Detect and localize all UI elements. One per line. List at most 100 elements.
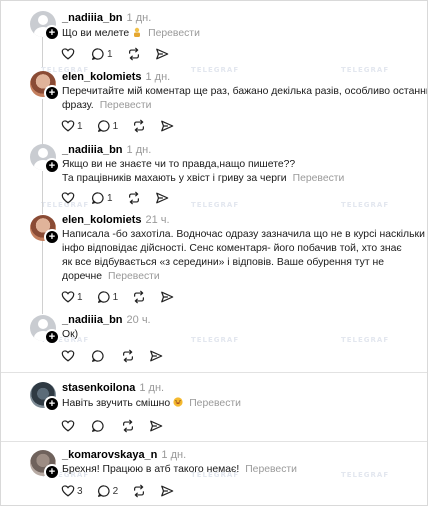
reply-count: 1 [112, 291, 119, 303]
like-button[interactable] [61, 419, 77, 433]
avatar[interactable]: + [30, 382, 60, 412]
comment-actions: 1 [61, 46, 183, 62]
comment-line: Якщо ви не знаєте чи то правда,нащо пише… [62, 159, 296, 170]
divider [1, 441, 427, 442]
username[interactable]: elen_kolomiets [62, 71, 141, 83]
timestamp[interactable]: 1 дн. [161, 449, 186, 461]
timestamp[interactable]: 21 ч. [145, 214, 169, 226]
reply-button[interactable] [91, 419, 107, 433]
avatar[interactable]: + [30, 71, 60, 101]
username[interactable]: _nadiiia_bn [62, 144, 123, 156]
reply-button[interactable] [91, 349, 107, 363]
like-button[interactable] [61, 349, 77, 363]
comment-line: Брехня! Працюю в атб такого немає! [62, 464, 240, 475]
like-button[interactable] [61, 191, 77, 205]
translate-link[interactable]: Перевести [245, 464, 297, 475]
watermark: TELEGRAF [341, 471, 390, 479]
translate-link[interactable]: Перевести [293, 173, 345, 184]
heart-icon [61, 350, 75, 362]
share-button[interactable] [155, 191, 169, 205]
timestamp[interactable]: 1 дн. [127, 144, 152, 156]
repost-icon [128, 191, 139, 205]
repost-button[interactable] [132, 290, 146, 304]
reply-button[interactable]: 2 [97, 484, 118, 498]
follow-plus-icon[interactable]: + [44, 229, 60, 245]
timestamp[interactable]: 1 дн. [145, 71, 170, 83]
share-button[interactable] [160, 119, 174, 133]
like-button[interactable]: 1 [61, 290, 83, 304]
reply-count: 1 [107, 48, 113, 60]
comment-line: Написала -бо захотіла. Водночас одразу з… [62, 229, 425, 240]
avatar[interactable]: + [30, 144, 60, 174]
avatar[interactable]: + [30, 11, 60, 41]
reply-button[interactable]: 1 [97, 290, 119, 304]
watermark: TELEGRAF [341, 66, 390, 74]
like-button[interactable] [61, 47, 77, 61]
repost-button[interactable] [127, 191, 141, 205]
avatar[interactable]: + [30, 215, 60, 245]
comment-text: Ок) [62, 328, 78, 342]
send-icon [161, 485, 174, 497]
username[interactable]: _komarovskaya_n [62, 449, 157, 461]
repost-button[interactable] [127, 47, 141, 61]
translate-link[interactable]: Перевести [100, 100, 152, 111]
watermark: TELEGRAF [191, 66, 240, 74]
repost-icon [123, 419, 133, 433]
translate-link[interactable]: Перевести [189, 398, 241, 409]
follow-plus-icon[interactable]: + [44, 464, 60, 480]
username[interactable]: _nadiiia_bn [62, 12, 123, 24]
like-button[interactable]: 3 [61, 484, 83, 498]
follow-plus-icon[interactable]: + [44, 25, 60, 41]
comment-header: _nadiiia_bn 1 дн. [62, 12, 151, 24]
comment-actions [61, 418, 177, 434]
send-icon [155, 192, 168, 204]
comment-text: Перечитайте мій коментар ще раз, бажано … [62, 85, 428, 113]
username[interactable]: _nadiiia_bn [62, 314, 123, 326]
repost-button[interactable] [132, 119, 146, 133]
translate-link[interactable]: Перевести [148, 28, 200, 39]
comment-header: elen_kolomiets 1 дн. [62, 71, 170, 83]
repost-button[interactable] [121, 349, 135, 363]
reply-button[interactable]: 1 [91, 191, 113, 205]
share-button[interactable] [149, 419, 163, 433]
watermark: TELEGRAF [191, 336, 240, 344]
repost-button[interactable] [132, 484, 146, 498]
username[interactable]: elen_kolomiets [62, 214, 141, 226]
translate-link[interactable]: Перевести [108, 271, 160, 282]
repost-button[interactable] [121, 419, 135, 433]
follow-plus-icon[interactable]: + [44, 396, 60, 412]
avatar[interactable]: + [30, 450, 60, 480]
comment-header: _nadiiia_bn 20 ч. [62, 314, 151, 326]
repost-icon [134, 119, 145, 133]
like-count: 1 [77, 291, 83, 303]
reply-button[interactable]: 1 [97, 119, 118, 133]
follow-plus-icon[interactable]: + [44, 85, 60, 101]
laughing-emoji-icon [173, 397, 183, 407]
thread-connector [42, 37, 43, 67]
comment-icon [91, 192, 104, 204]
comment-icon [97, 485, 110, 497]
share-button[interactable] [160, 484, 174, 498]
comment-icon [97, 291, 110, 303]
share-button[interactable] [149, 349, 163, 363]
timestamp[interactable]: 1 дн. [127, 12, 152, 24]
repost-icon [134, 290, 145, 304]
reply-button[interactable]: 1 [91, 47, 113, 61]
heart-icon [61, 291, 75, 303]
follow-plus-icon[interactable]: + [44, 329, 60, 345]
like-button[interactable]: 1 [61, 119, 83, 133]
comment-line: Перечитайте мій коментар ще раз, бажано … [62, 86, 428, 97]
username[interactable]: stasenkoilona [62, 382, 135, 394]
thread-connector [42, 171, 43, 214]
timestamp[interactable]: 20 ч. [127, 314, 151, 326]
avatar[interactable]: + [30, 315, 60, 345]
send-icon [155, 48, 168, 60]
comment-actions: 1 [61, 190, 183, 206]
timestamp[interactable]: 1 дн. [139, 382, 164, 394]
share-button[interactable] [155, 47, 169, 61]
comment-icon [91, 48, 104, 60]
comment-line: інфо відповідає дійсності. Сенс коментар… [62, 243, 402, 254]
thread-connector [42, 239, 43, 314]
follow-plus-icon[interactable]: + [44, 158, 60, 174]
share-button[interactable] [160, 290, 174, 304]
